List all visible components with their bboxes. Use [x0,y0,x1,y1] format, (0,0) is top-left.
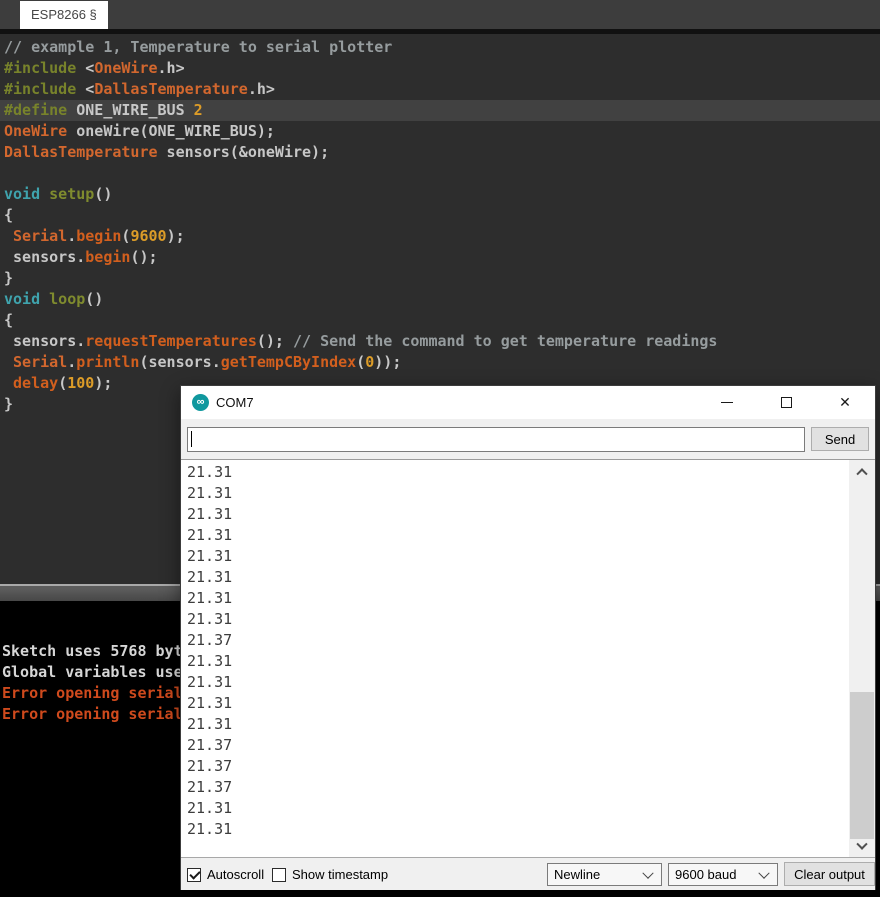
chevron-down-icon [758,867,770,879]
arduino-logo-icon: ∞ [192,394,209,411]
send-row: Send [181,419,875,459]
screen: ESP8266 § // example 1, Temperature to s… [0,0,880,897]
scroll-thumb[interactable] [850,692,874,839]
serial-line: 21.31 [187,505,233,523]
code-line: } [4,269,14,287]
code-line: // example 1, Temperature to serial plot… [4,38,393,56]
scroll-up-button[interactable] [849,462,875,480]
code-line: { [4,206,14,224]
autoscroll-checkbox[interactable] [187,867,201,882]
code-line: Serial.begin(9600); [13,227,185,245]
close-button[interactable]: ✕ [822,386,868,419]
code-line: OneWire oneWire(ONE_WIRE_BUS); [4,122,275,140]
serial-output-lines: 21.31 21.31 21.31 21.31 21.31 21.31 21.31 21.31… [181,462,849,840]
chevron-up-icon [856,468,868,480]
serial-line: 21.31 [187,463,233,481]
code-line: { [4,311,14,329]
serial-line: 21.31 [187,715,233,733]
serial-line: 21.31 [187,799,233,817]
serial-line: 21.31 [187,694,233,712]
serial-line: 21.31 [187,820,233,838]
code-line: DallasTemperature sensors(&oneWire); [4,143,330,161]
line-ending-value: Newline [554,867,601,882]
maximize-icon [780,397,792,408]
code-line: sensors.begin(); [4,248,158,266]
serial-line: 21.37 [187,631,233,649]
serial-line: 21.31 [187,610,233,628]
text-caret [191,431,192,447]
baud-select[interactable]: 9600 baud [668,863,778,886]
minimize-button[interactable] [704,386,750,419]
autoscroll-label: Autoscroll [207,867,265,882]
serial-line: 21.31 [187,526,233,544]
chevron-down-icon [856,838,868,850]
scrollbar[interactable] [849,460,875,857]
send-button[interactable]: Send [811,427,869,451]
tab-esp8266[interactable]: ESP8266 § [20,1,108,29]
maximize-button[interactable] [763,386,809,419]
serial-line: 21.37 [187,778,233,796]
autoscroll-group: Autoscroll [187,858,264,891]
code-line: void setup() [4,185,113,203]
serial-monitor-window: ∞ COM7 ✕ Send 21.31 21.31 21.31 21.31 21.31 2… [180,385,876,890]
serial-bottombar: Autoscroll Show timestamp Newline 9600 b… [181,857,875,890]
serial-output[interactable]: 21.31 21.31 21.31 21.31 21.31 21.31 21.31 21.31… [181,459,875,857]
timestamp-checkbox[interactable] [272,867,286,882]
code-line: Serial.println(sensors.getTempCByIndex(0… [13,353,402,371]
serial-line: 21.37 [187,757,233,775]
code-line: #include <DallasTemperature.h> [4,80,275,98]
window-title: COM7 [216,395,254,410]
serial-input[interactable] [187,426,805,452]
code-line: #include <OneWire.h> [4,59,185,77]
titlebar[interactable]: ∞ COM7 ✕ [181,386,875,419]
clear-output-button[interactable]: Clear output [784,862,875,886]
serial-line: 21.31 [187,673,233,691]
timestamp-label: Show timestamp [292,867,389,882]
line-ending-select[interactable]: Newline [547,863,662,886]
close-icon: ✕ [839,394,851,411]
baud-value: 9600 baud [675,867,737,882]
serial-line: 21.31 [187,547,233,565]
serial-line: 21.31 [187,568,233,586]
minimize-icon [721,402,733,403]
code-line: void loop() [4,290,104,308]
serial-line: 21.31 [187,652,233,670]
code-line: #define ONE_WIRE_BUS 2 [0,100,880,121]
scroll-down-button[interactable] [849,838,875,856]
timestamp-group: Show timestamp [272,858,388,891]
serial-line: 21.31 [187,484,233,502]
serial-line: 21.31 [187,589,233,607]
serial-line: 21.37 [187,736,233,754]
chevron-down-icon [642,867,654,879]
sketch-tabbar: ESP8266 § [0,0,880,29]
code-line: sensors.requestTemperatures(); // Send t… [4,332,718,350]
